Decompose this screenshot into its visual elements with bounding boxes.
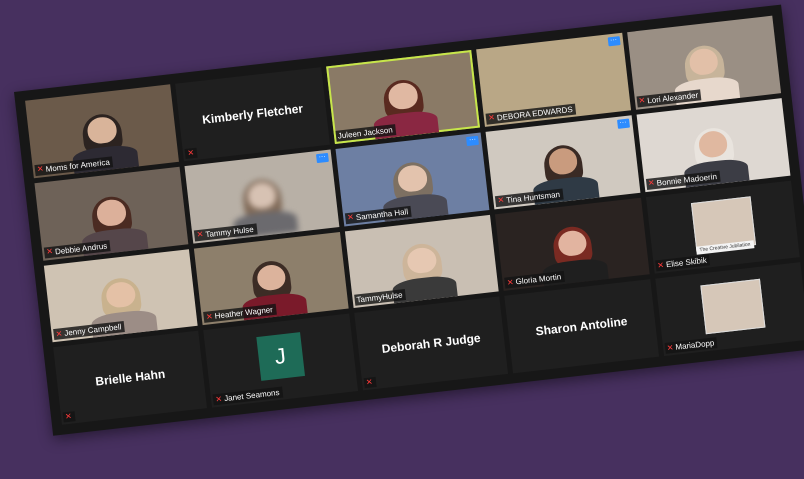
mic-muted-icon: ✕ <box>45 246 54 257</box>
participant-tile[interactable]: ✕ Debbie Andrus <box>34 166 189 261</box>
profile-picture <box>699 278 766 334</box>
mic-muted-icon: ✕ <box>497 195 505 205</box>
more-options-icon[interactable]: ··· <box>466 135 480 146</box>
participant-display-name: Kimberly Fletcher <box>201 101 304 127</box>
participant-name-label: ✕ <box>62 411 76 423</box>
mic-muted-icon: ✕ <box>36 164 45 175</box>
more-options-icon[interactable]: ··· <box>616 118 630 129</box>
participant-tile[interactable]: ··· ✕ Tina Huntsman <box>485 115 640 209</box>
participant-tile[interactable]: J ✕ Janet Seamons <box>203 313 358 408</box>
participant-tile[interactable]: ··· ✕ DEBORA EDWARDS <box>476 32 631 127</box>
participant-display-name: Brielle Hahn <box>94 366 166 389</box>
participant-name-label: ✕ Gloria Mortin <box>504 271 565 289</box>
participant-name-label: TammyHulse <box>353 289 407 306</box>
participant-tile[interactable]: Kimberly Fletcher ✕ <box>175 67 330 161</box>
participant-tile[interactable]: TammyHulse <box>344 214 499 309</box>
mic-muted-icon: ✕ <box>214 393 223 404</box>
participant-name-label: ✕ <box>184 147 198 159</box>
participant-tile[interactable]: The Creative Jubilation ✕ Elise Skibik <box>645 180 800 274</box>
participant-tile[interactable]: ✕ Lori Alexander <box>626 15 782 110</box>
participant-tile[interactable]: ✕ MariaDopp <box>654 262 804 357</box>
participant-name: Bonnie Madoerin <box>656 171 718 188</box>
mic-muted-icon: ✕ <box>647 178 656 188</box>
participant-tile[interactable]: ✕ Gloria Mortin <box>495 197 650 292</box>
participant-tile[interactable]: ✕ Jenny Campbell <box>43 248 199 343</box>
mic-muted-icon: ✕ <box>186 147 195 158</box>
participant-name-label: ✕ <box>363 376 377 389</box>
participant-name-label: ✕ Tammy Hulse <box>194 222 258 241</box>
participant-name: Janet Seamons <box>223 387 280 404</box>
participant-display-name: Sharon Antoline <box>534 314 629 339</box>
participant-name-label: ✕ Samantha Hall <box>344 205 412 224</box>
participant-tile[interactable]: ··· ✕ Tammy Hulse <box>184 149 340 244</box>
mic-muted-icon: ✕ <box>55 328 63 339</box>
mic-muted-icon: ✕ <box>666 342 674 353</box>
participant-name-label: ✕ DEBORA EDWARDS <box>485 103 577 125</box>
participant-tile[interactable]: Sharon Antoline <box>504 279 659 374</box>
participant-grid: ✕ Moms for America Kimberly Fletcher ✕ Julee… <box>25 15 804 425</box>
participant-name-label: ✕ Bonnie Madoerin <box>645 170 721 190</box>
mic-muted-icon: ✕ <box>506 277 515 288</box>
participant-name-label: ✕ MariaDopp <box>664 337 718 354</box>
participant-tile[interactable]: ✕ Bonnie Madoerin <box>636 97 791 192</box>
participant-tile[interactable]: ✕ Moms for America <box>25 84 180 179</box>
participant-name-label: ✕ Debbie Andrus <box>43 239 111 259</box>
participant-tile[interactable]: ··· ✕ Samantha Hall <box>335 132 490 226</box>
mic-muted-icon: ✕ <box>346 212 355 223</box>
participant-name: Heather Wagner <box>214 305 274 321</box>
participant-name: Elise Skibik <box>665 255 708 270</box>
participant-name: MariaDopp <box>674 338 715 352</box>
mic-muted-icon: ✕ <box>196 229 204 240</box>
mic-muted-icon: ✕ <box>365 377 374 387</box>
participant-name-label: ✕ Elise Skibik <box>654 254 711 272</box>
participant-name-label: ✕ Lori Alexander <box>636 89 702 108</box>
mic-muted-icon: ✕ <box>64 411 73 422</box>
mic-muted-icon: ✕ <box>656 260 665 271</box>
participant-tile[interactable]: Deborah R Judge ✕ <box>354 296 509 391</box>
participant-name-label: ✕ Heather Wagner <box>203 304 277 324</box>
participant-name-label: Juleen Jackson <box>335 123 397 142</box>
participant-tile[interactable]: Juleen Jackson <box>325 49 481 144</box>
participant-name: Jenny Campbell <box>63 322 122 339</box>
participant-tile[interactable]: ✕ Heather Wagner <box>194 231 349 326</box>
mic-muted-icon: ✕ <box>205 311 214 322</box>
more-options-icon[interactable]: ··· <box>315 152 329 163</box>
participant-name-label: ✕ Tina Huntsman <box>495 188 564 207</box>
more-options-icon[interactable]: ··· <box>607 36 621 47</box>
participant-name: DEBORA EDWARDS <box>496 104 574 123</box>
zoom-gallery-window: ✕ Moms for America Kimberly Fletcher ✕ Julee… <box>14 4 804 436</box>
mic-muted-icon: ✕ <box>487 113 496 123</box>
participant-name-label: ✕ Janet Seamons <box>212 386 284 406</box>
participant-tile[interactable]: Brielle Hahn ✕ <box>53 330 208 425</box>
participant-name-label: ✕ Jenny Campbell <box>53 321 125 341</box>
mic-muted-icon: ✕ <box>638 95 646 106</box>
participant-display-name: Deborah R Judge <box>380 330 482 357</box>
participant-initial-avatar: J <box>255 332 305 382</box>
